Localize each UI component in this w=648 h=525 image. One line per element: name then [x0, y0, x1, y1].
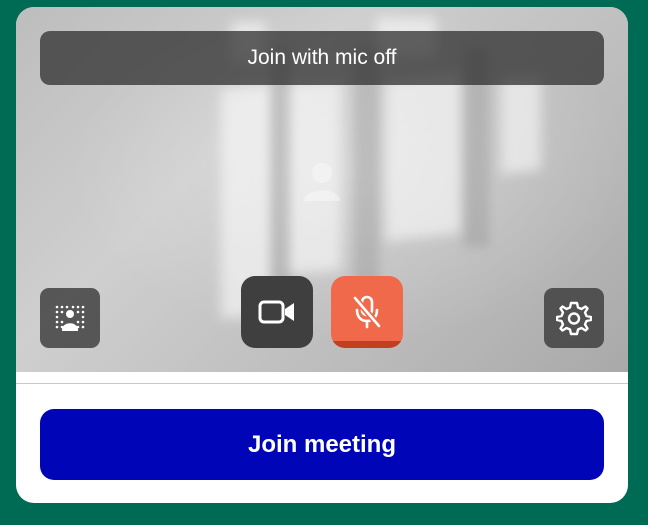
- mic-status-text: Join with mic off: [247, 46, 397, 69]
- microphone-toggle-button[interactable]: [331, 276, 403, 348]
- background-effects-icon: [55, 305, 85, 331]
- gear-icon: [556, 301, 592, 336]
- video-preview: Join with mic off: [16, 7, 628, 372]
- camera-toggle-button[interactable]: [241, 276, 313, 348]
- pre-join-card: Join with mic off Join meeting: [16, 7, 628, 503]
- video-camera-icon: [258, 300, 294, 324]
- microphone-off-icon: [352, 295, 382, 329]
- join-meeting-label: Join meeting: [247, 430, 397, 458]
- settings-button[interactable]: [544, 288, 604, 348]
- background-effects-button[interactable]: [40, 288, 100, 348]
- placeholder-avatar-icon: [304, 163, 340, 201]
- mic-status-banner: Join with mic off: [40, 31, 604, 85]
- join-meeting-button[interactable]: Join meeting: [40, 409, 604, 480]
- divider: [16, 383, 628, 384]
